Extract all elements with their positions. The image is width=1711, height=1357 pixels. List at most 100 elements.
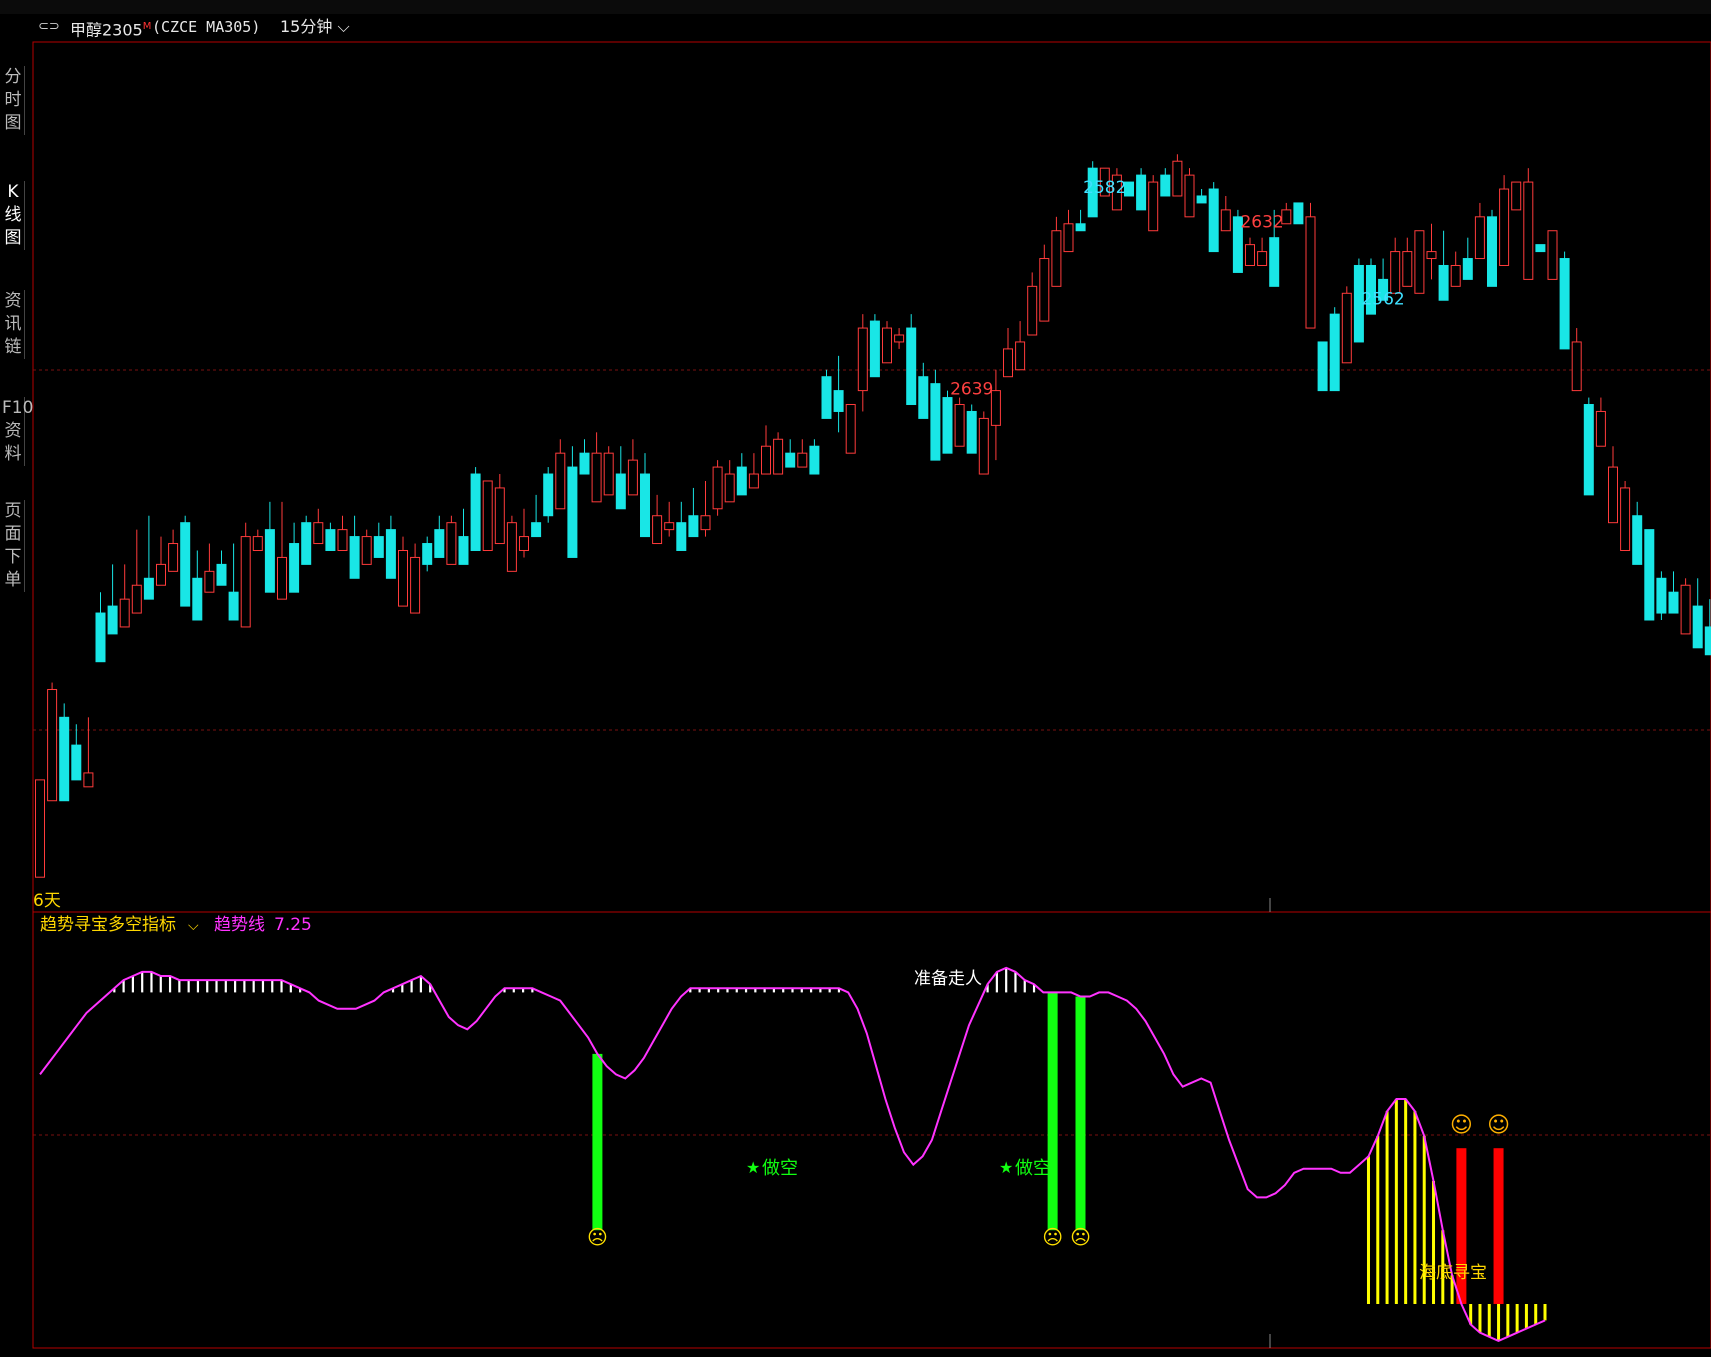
candle-down — [1668, 591, 1679, 614]
candle-up — [1450, 264, 1461, 287]
candle-up — [519, 536, 529, 551]
candle-down — [918, 376, 929, 419]
candle-up — [761, 445, 771, 475]
candle-up — [1547, 230, 1558, 280]
candle-down — [1136, 174, 1147, 211]
price-extreme-label: 2582 — [1083, 178, 1126, 198]
candle-up — [506, 522, 517, 572]
candle-up — [252, 536, 263, 551]
candle-up — [627, 459, 638, 496]
signal-label-sell: 做空 — [762, 1158, 798, 1179]
candle-up — [894, 334, 905, 343]
candle-up — [398, 549, 408, 607]
candle-down — [1196, 195, 1207, 204]
candle-down — [1487, 216, 1497, 287]
chart-canvas[interactable]: ☹ ☹ ☹ ☺ ☺ 2639 2632 2582 2562 6天 趋势寻宝多空指标 ⌵ 趋势线… — [0, 0, 1711, 1357]
trend-line — [39, 966, 1546, 1342]
candle-up — [156, 563, 166, 586]
frown-icon: ☹ — [1042, 1225, 1063, 1249]
candle-down — [869, 320, 880, 378]
candle-down — [1075, 223, 1086, 232]
candle-down — [301, 522, 312, 565]
candle-up — [1305, 216, 1316, 329]
candle-up — [1220, 209, 1231, 232]
price-extreme-label: 2562 — [1361, 289, 1404, 309]
candle-up — [954, 404, 965, 447]
frown-icon: ☹ — [1070, 1225, 1091, 1249]
candle-down — [1656, 577, 1667, 614]
candle-down — [95, 612, 106, 663]
candle-down — [906, 327, 917, 406]
candle-down — [1559, 258, 1570, 350]
sell-signal-bar — [1075, 996, 1086, 1231]
candle-down — [1535, 244, 1546, 253]
candle-down — [615, 473, 626, 510]
candle-up — [1003, 348, 1013, 378]
candle-up — [882, 327, 892, 364]
candle-down — [385, 529, 396, 579]
sell-signal-bar — [592, 1053, 603, 1231]
candle-down — [1317, 341, 1328, 392]
chevron-down-icon[interactable]: ⌵ — [188, 918, 199, 934]
candle-up — [712, 466, 723, 510]
candle-up — [1680, 584, 1691, 635]
candle-down — [228, 591, 239, 621]
price-extreme-label: 2639 — [950, 380, 993, 400]
indicator-title[interactable]: 趋势寻宝多空指标 — [40, 915, 176, 935]
candle-up — [1402, 251, 1413, 287]
candle-down — [1644, 529, 1655, 621]
candle-up — [337, 529, 348, 551]
candle-down — [458, 536, 469, 565]
candle-up — [1523, 181, 1534, 280]
candle-up — [1499, 188, 1510, 266]
candle-up — [168, 543, 179, 572]
candle-up — [446, 522, 457, 565]
candle-up — [797, 452, 808, 468]
candle-down — [216, 563, 227, 586]
candle-up — [1390, 251, 1401, 294]
signal-label-sell: 做空 — [1015, 1158, 1051, 1179]
candle-down — [192, 577, 203, 621]
candle-up — [119, 598, 130, 628]
candle-up — [35, 779, 45, 878]
candle-down — [1329, 313, 1340, 392]
candle-up — [1027, 285, 1038, 336]
candle-up — [361, 536, 372, 565]
signal-label-bottom: 海底寻宝 — [1419, 1263, 1487, 1283]
candle-up — [1511, 181, 1522, 211]
candle-down — [1208, 188, 1219, 253]
candle-down — [325, 529, 336, 551]
candle-up — [1620, 487, 1631, 551]
candle-down — [1692, 605, 1703, 649]
candle-up — [1257, 251, 1268, 266]
candle-down — [422, 543, 433, 565]
candle-up — [1184, 174, 1195, 218]
candle-up — [1172, 160, 1183, 197]
candle-down — [579, 452, 590, 475]
candle-up — [240, 536, 251, 628]
candle-down — [1160, 174, 1171, 197]
days-label: 6天 — [33, 891, 61, 911]
candle-down — [543, 473, 554, 517]
candle-up — [978, 417, 989, 475]
candle-up — [700, 515, 711, 531]
candle-down — [688, 515, 699, 538]
candle-down — [833, 390, 844, 412]
signal-label-warning: 准备走人 — [914, 969, 982, 989]
candle-up — [1426, 251, 1437, 260]
candle-down — [71, 744, 82, 781]
candle-down — [59, 716, 70, 802]
candle-up — [603, 452, 614, 496]
candle-down — [1293, 202, 1304, 225]
candle-down — [434, 529, 445, 558]
candle-down — [676, 522, 687, 551]
candle-up — [1474, 216, 1485, 260]
frown-icon: ☹ — [587, 1225, 608, 1249]
candle-down — [1269, 237, 1280, 287]
candle-up — [410, 556, 421, 614]
candle-up — [664, 522, 675, 531]
candlestick-series — [35, 154, 1711, 878]
candle-up — [857, 327, 868, 392]
buy-signal-bar — [1493, 1148, 1504, 1304]
candle-up — [313, 522, 324, 545]
